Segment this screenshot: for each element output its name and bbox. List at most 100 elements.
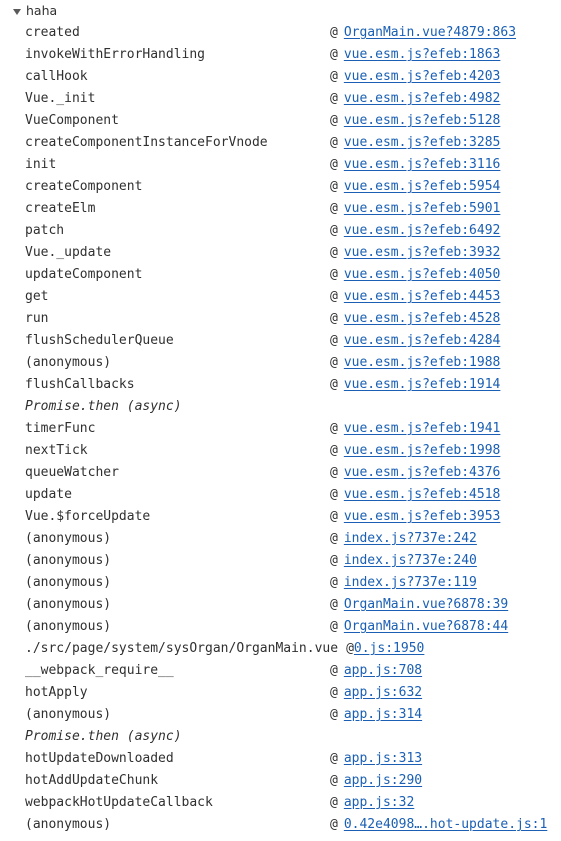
source-location-link[interactable]: vue.esm.js?efeb:5901 <box>344 201 501 216</box>
at-separator: @ <box>330 597 338 612</box>
source-location-link[interactable]: vue.esm.js?efeb:5128 <box>344 113 501 128</box>
stack-frame-location: @ vue.esm.js?efeb:1998 <box>330 440 500 462</box>
at-separator: @ <box>330 421 338 436</box>
at-separator: @ <box>330 619 338 634</box>
stack-frame-function: ./src/page/system/sysOrgan/OrganMain.vue… <box>0 638 424 660</box>
source-location-link[interactable]: vue.esm.js?efeb:6492 <box>344 223 501 238</box>
triangle-down-icon[interactable] <box>13 9 21 15</box>
function-name: get <box>25 289 49 304</box>
stack-frame-location: @ vue.esm.js?efeb:3116 <box>330 154 500 176</box>
at-separator: @ <box>330 91 338 106</box>
source-location-link[interactable]: vue.esm.js?efeb:1988 <box>344 355 501 370</box>
stack-frame-row: callHook @ vue.esm.js?efeb:4203 <box>0 66 561 88</box>
source-location-link[interactable]: vue.esm.js?efeb:4050 <box>344 267 501 282</box>
function-name: VueComponent <box>25 113 119 128</box>
function-name: ./src/page/system/sysOrgan/OrganMain.vue <box>25 641 339 656</box>
stack-frame-row: patch @ vue.esm.js?efeb:6492 <box>0 220 561 242</box>
stack-frame-row: update @ vue.esm.js?efeb:4518 <box>0 484 561 506</box>
source-location-link[interactable]: vue.esm.js?efeb:3116 <box>344 157 501 172</box>
source-location-link[interactable]: vue.esm.js?efeb:5954 <box>344 179 501 194</box>
source-location-link[interactable]: app.js:290 <box>344 773 422 788</box>
stack-frame-location: @ vue.esm.js?efeb:1941 <box>330 418 500 440</box>
function-name: (anonymous) <box>25 817 112 832</box>
stack-frame-location: @ vue.esm.js?efeb:4376 <box>330 462 500 484</box>
at-separator: @ <box>330 201 338 216</box>
stack-frame-function: Vue.$forceUpdate <box>0 506 150 528</box>
source-location-link[interactable]: vue.esm.js?efeb:3285 <box>344 135 501 150</box>
source-location-link[interactable]: OrganMain.vue?4879:863 <box>344 25 516 40</box>
source-location-link[interactable]: app.js:632 <box>344 685 422 700</box>
function-name: invokeWithErrorHandling <box>25 47 206 62</box>
stack-frame-row: Vue.$forceUpdate @ vue.esm.js?efeb:3953 <box>0 506 561 528</box>
source-location-link[interactable]: vue.esm.js?efeb:4284 <box>344 333 501 348</box>
at-separator: @ <box>330 355 338 370</box>
source-location-link[interactable]: 0.42e4098….hot-update.js:1 <box>344 817 548 832</box>
source-location-link[interactable]: vue.esm.js?efeb:1941 <box>344 421 501 436</box>
stack-frame-location: @ vue.esm.js?efeb:4982 <box>330 88 500 110</box>
source-location-link[interactable]: app.js:313 <box>344 751 422 766</box>
at-separator: @ <box>330 25 338 40</box>
function-name: hotAddUpdateChunk <box>25 773 159 788</box>
source-location-link[interactable]: vue.esm.js?efeb:4453 <box>344 289 501 304</box>
source-location-link[interactable]: 0.js:1950 <box>354 641 424 656</box>
at-separator: @ <box>330 553 338 568</box>
stack-frame-row: (anonymous) @ app.js:314 <box>0 704 561 726</box>
stack-frame-function: hotAddUpdateChunk <box>0 770 158 792</box>
stack-frame-function: get <box>0 286 48 308</box>
stack-frame-function: flushSchedulerQueue <box>0 330 174 352</box>
function-name: (anonymous) <box>25 575 112 590</box>
source-location-link[interactable]: OrganMain.vue?6878:39 <box>344 597 508 612</box>
function-name: (anonymous) <box>25 355 112 370</box>
source-location-link[interactable]: vue.esm.js?efeb:4518 <box>344 487 501 502</box>
stack-frame-location: @ vue.esm.js?efeb:1988 <box>330 352 500 374</box>
at-separator: @ <box>330 443 338 458</box>
at-separator: @ <box>330 685 338 700</box>
function-name: timerFunc <box>25 421 96 436</box>
source-location-link[interactable]: index.js?737e:119 <box>344 575 477 590</box>
stack-frame-row: hotApply @ app.js:632 <box>0 682 561 704</box>
at-separator: @ <box>330 509 338 524</box>
source-location-link[interactable]: vue.esm.js?efeb:4376 <box>344 465 501 480</box>
stack-frame-location: @0.42e4098….hot-update.js:1 <box>330 814 547 836</box>
stack-frame-row: Vue._init @ vue.esm.js?efeb:4982 <box>0 88 561 110</box>
stack-frame-location: @ vue.esm.js?efeb:5901 <box>330 198 500 220</box>
console-group-header[interactable]: haha <box>0 0 561 22</box>
stack-frame-function: nextTick <box>0 440 88 462</box>
function-name: Vue._init <box>25 91 96 106</box>
stack-frame-function: timerFunc <box>0 418 95 440</box>
source-location-link[interactable]: vue.esm.js?efeb:1914 <box>344 377 501 392</box>
function-name: Promise.then (async) <box>25 729 182 744</box>
function-name: flushSchedulerQueue <box>25 333 174 348</box>
source-location-link[interactable]: vue.esm.js?efeb:4982 <box>344 91 501 106</box>
source-location-link[interactable]: vue.esm.js?efeb:4203 <box>344 69 501 84</box>
source-location-link[interactable]: index.js?737e:242 <box>344 531 477 546</box>
source-location-link[interactable]: app.js:32 <box>344 795 414 810</box>
at-separator: @ <box>346 641 354 656</box>
at-separator: @ <box>330 113 338 128</box>
source-location-link[interactable]: index.js?737e:240 <box>344 553 477 568</box>
at-separator: @ <box>330 289 338 304</box>
function-name: (anonymous) <box>25 597 112 612</box>
source-location-link[interactable]: app.js:314 <box>344 707 422 722</box>
source-location-link[interactable]: OrganMain.vue?6878:44 <box>344 619 508 634</box>
async-boundary-row: Promise.then (async) <box>0 396 561 418</box>
source-location-link[interactable]: vue.esm.js?efeb:4528 <box>344 311 501 326</box>
stack-frame-function: (anonymous) <box>0 616 111 638</box>
stack-frame-location: @ vue.esm.js?efeb:4284 <box>330 330 500 352</box>
source-location-link[interactable]: vue.esm.js?efeb:3953 <box>344 509 501 524</box>
function-name: created <box>25 25 80 40</box>
source-location-link[interactable]: vue.esm.js?efeb:1863 <box>344 47 501 62</box>
function-name: update <box>25 487 72 502</box>
async-boundary-row: Promise.then (async) <box>0 726 561 748</box>
stack-frame-row: createComponentInstanceForVnode @ vue.esm.… <box>0 132 561 154</box>
stack-frame-row: ./src/page/system/sysOrgan/OrganMain.vue… <box>0 638 561 660</box>
source-location-link[interactable]: app.js:708 <box>344 663 422 678</box>
stack-frame-location: @ index.js?737e:119 <box>330 572 477 594</box>
stack-frame-row: invokeWithErrorHandling @ vue.esm.js?efeb:… <box>0 44 561 66</box>
source-location-link[interactable]: vue.esm.js?efeb:3932 <box>344 245 501 260</box>
function-name: __webpack_require__ <box>25 663 174 678</box>
function-name: createElm <box>25 201 96 216</box>
stack-frame-row: queueWatcher @ vue.esm.js?efeb:4376 <box>0 462 561 484</box>
source-location-link[interactable]: vue.esm.js?efeb:1998 <box>344 443 501 458</box>
stack-frame-row: Vue._update @ vue.esm.js?efeb:3932 <box>0 242 561 264</box>
